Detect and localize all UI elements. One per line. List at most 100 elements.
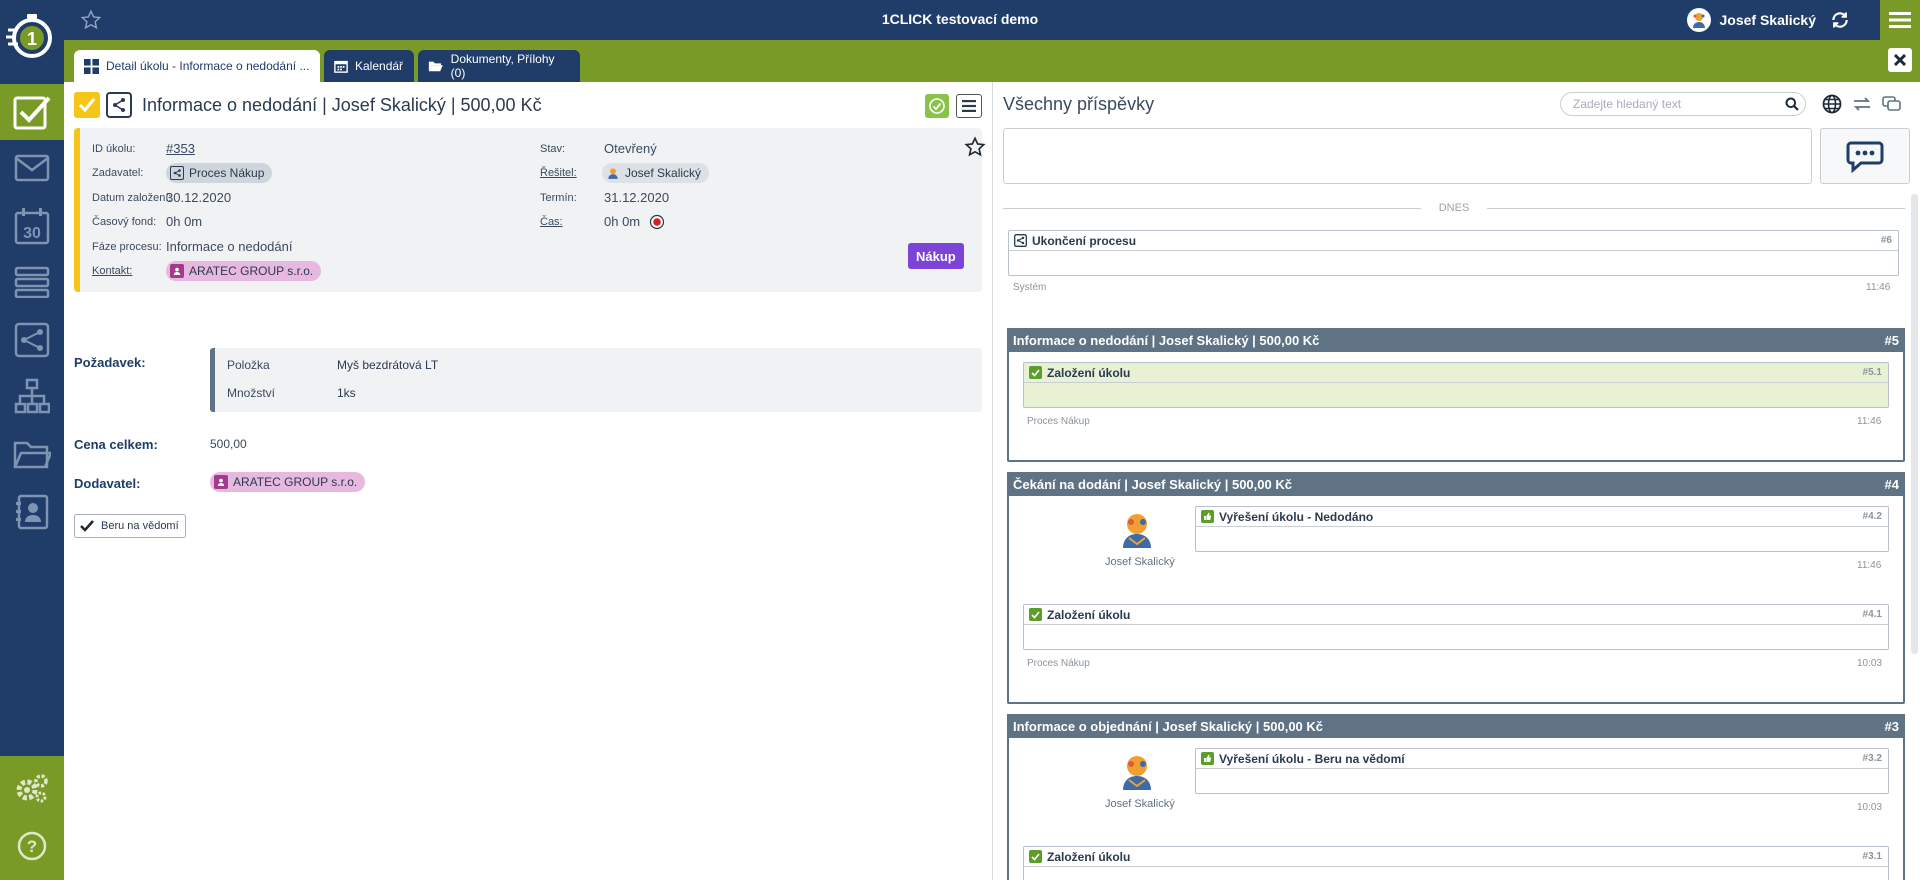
- user-avatar: [1115, 750, 1159, 794]
- globe-icon[interactable]: [1822, 94, 1842, 114]
- group-number: #5: [1884, 333, 1899, 348]
- stav-value: Otevřený: [604, 141, 657, 156]
- field-label: Fáze procesu:: [92, 241, 162, 253]
- kontakt-chip[interactable]: ARATEC GROUP s.r.o.: [166, 261, 322, 281]
- message-input[interactable]: [1003, 128, 1812, 184]
- calendar-icon: [334, 60, 348, 73]
- field-label: Řešitel:: [540, 167, 577, 179]
- post-author: Proces Nákup: [1027, 658, 1090, 669]
- post-title: Založení úkolu: [1047, 607, 1131, 622]
- post-number: #5.1: [1862, 367, 1882, 378]
- post-system[interactable]: Ukončení procesu #6: [1008, 230, 1899, 276]
- field-label: Časový fond:: [92, 216, 157, 228]
- cas-value: 0h 0m: [604, 214, 641, 229]
- sidebar-item-org[interactable]: [0, 368, 64, 424]
- star-icon[interactable]: [964, 136, 986, 158]
- task-checkbox-icon[interactable]: [74, 92, 100, 118]
- req-key: Položka: [227, 358, 270, 372]
- post-number: #4.2: [1862, 511, 1882, 522]
- group-number: #3: [1884, 719, 1899, 734]
- acknowledge-label: Beru na vědomí: [101, 520, 179, 532]
- termin-value: 31.12.2020: [604, 190, 670, 205]
- day-separator-label: DNES: [1438, 202, 1470, 214]
- hamburger-menu-icon[interactable]: [1880, 0, 1920, 40]
- post-time: 11:46: [1857, 560, 1882, 571]
- group-header[interactable]: Informace o nedodání | Josef Skalický | …: [1007, 328, 1905, 352]
- process-badge[interactable]: Nákup: [908, 243, 964, 269]
- acknowledge-button[interactable]: Beru na vědomí: [74, 514, 186, 538]
- folder-icon: [13, 441, 51, 469]
- comments-icon[interactable]: [1882, 94, 1902, 114]
- post-number: #6: [1880, 235, 1892, 246]
- tab-task-detail[interactable]: Detail úkolu - Informace o nedodání ...: [74, 50, 320, 82]
- requirement-label: Požadavek:: [74, 355, 146, 370]
- user-avatar: [1687, 8, 1712, 32]
- zadavatel-chip[interactable]: Proces Nákup: [166, 163, 273, 183]
- posts-panel: Všechny příspěvky DNES Ukončení procesu …: [993, 82, 1920, 880]
- close-icon[interactable]: [1888, 48, 1912, 72]
- post-header: Ukončení procesu #6: [1009, 231, 1898, 251]
- scrollbar[interactable]: [1911, 194, 1918, 654]
- post[interactable]: Založení úkolu #4.1: [1023, 604, 1889, 650]
- sidebar-item-lists[interactable]: [0, 254, 64, 310]
- post[interactable]: Založení úkolu #5.1: [1023, 362, 1889, 408]
- sidebar-item-processes[interactable]: [0, 312, 64, 368]
- settings-gears-icon[interactable]: [0, 760, 64, 816]
- chat-bubble-icon: [1846, 141, 1884, 173]
- tab-bar: Detail úkolu - Informace o nedodání ... …: [64, 40, 1920, 82]
- group-header[interactable]: Čekání na dodání | Josef Skalický | 500,…: [1007, 472, 1905, 496]
- post-number: #3.2: [1862, 753, 1882, 764]
- post-group: Informace o objednání | Josef Skalický |…: [1007, 714, 1905, 880]
- post-title: Vyřešení úkolu - Beru na vědomí: [1219, 751, 1405, 766]
- fond-value: 0h 0m: [166, 214, 203, 229]
- resitel-value: Josef Skalický: [625, 166, 702, 180]
- user-menu[interactable]: Josef Skalický: [1687, 6, 1850, 34]
- sidebar-item-documents[interactable]: [0, 426, 64, 482]
- supplier-chip[interactable]: ARATEC GROUP s.r.o.: [210, 472, 366, 492]
- req-key: Množství: [227, 386, 276, 400]
- resitel-chip[interactable]: Josef Skalický: [602, 163, 710, 183]
- post[interactable]: Vyřešení úkolu - Beru na vědomí #3.2: [1195, 748, 1889, 794]
- sidebar-item-tasks[interactable]: [0, 84, 64, 140]
- post[interactable]: Založení úkolu #3.1: [1023, 846, 1889, 880]
- post-title: Založení úkolu: [1047, 849, 1131, 864]
- checkbox-icon: [1029, 366, 1042, 379]
- post-author: Systém: [1013, 282, 1047, 293]
- app-logo[interactable]: 1: [4, 10, 56, 62]
- send-message-button[interactable]: [1820, 128, 1910, 184]
- tab-documents[interactable]: Dokumenty, Přílohy (0): [418, 50, 580, 82]
- post-number: #4.1: [1862, 609, 1882, 620]
- tab-calendar[interactable]: Kalendář: [324, 50, 414, 82]
- folder-open-icon: [428, 61, 443, 72]
- search-input[interactable]: [1573, 97, 1785, 111]
- record-icon[interactable]: [649, 214, 665, 230]
- contact-icon: [170, 264, 184, 278]
- refresh-icon[interactable]: [1830, 10, 1850, 30]
- field-label: Stav:: [540, 143, 566, 155]
- help-icon[interactable]: ?: [0, 818, 64, 874]
- user-name: Josef Skalický: [1719, 12, 1816, 28]
- post[interactable]: Vyřešení úkolu - Nedodáno #4.2: [1195, 506, 1889, 552]
- group-header[interactable]: Informace o objednání | Josef Skalický |…: [1007, 714, 1905, 738]
- svg-text:1: 1: [27, 29, 37, 49]
- sidebar-item-contacts[interactable]: [0, 484, 64, 540]
- user-avatar: [606, 166, 620, 180]
- sidebar-item-mail[interactable]: [0, 140, 64, 196]
- post-title: Založení úkolu: [1047, 365, 1131, 380]
- supplier-value: ARATEC GROUP s.r.o.: [233, 475, 358, 489]
- post-header: Vyřešení úkolu - Nedodáno #4.2: [1196, 507, 1888, 527]
- sidebar-bottom: ?: [0, 756, 64, 880]
- checkmark-icon: [80, 520, 94, 532]
- status-ok-icon[interactable]: [925, 94, 949, 118]
- task-id-link[interactable]: #353: [166, 141, 195, 156]
- swap-arrows-icon[interactable]: [1852, 94, 1872, 114]
- search-icon[interactable]: [1785, 97, 1799, 111]
- task-menu-icon[interactable]: [956, 94, 982, 118]
- thumbs-up-icon: [1201, 510, 1214, 523]
- requirement-box: Položka Myš bezdrátová LT Množství 1ks: [210, 348, 982, 412]
- sidebar-item-calendar[interactable]: 30: [0, 198, 64, 254]
- task-info-box: ID úkolu: #353 Zadavatel: Proces Nákup D…: [74, 128, 986, 292]
- tab-label: Kalendář: [355, 59, 404, 73]
- process-icon: [170, 166, 184, 180]
- post-group: Čekání na dodání | Josef Skalický | 500,…: [1007, 472, 1905, 704]
